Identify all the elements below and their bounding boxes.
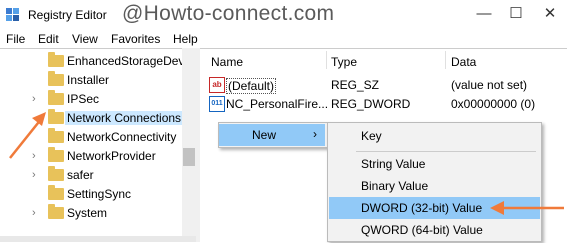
column-header-name[interactable]: Name [211, 55, 243, 69]
folder-icon [48, 71, 64, 86]
tree-item[interactable]: SettingSync [0, 184, 182, 205]
context-menu: New › [218, 122, 328, 148]
folder-icon [48, 109, 64, 124]
chevron-right-icon[interactable]: › [32, 150, 36, 162]
folder-icon [48, 128, 64, 143]
chevron-right-icon[interactable]: › [32, 93, 36, 105]
tree-item-label: NetworkConnectivity [67, 130, 177, 144]
menu-file[interactable]: File [6, 32, 25, 46]
folder-icon [48, 204, 64, 219]
value-data: (value not set) [451, 78, 528, 92]
value-type: REG_DWORD [331, 97, 411, 111]
menu-item-new[interactable]: New › [219, 124, 325, 146]
column-separator[interactable] [326, 51, 327, 69]
tree-item[interactable]: › IPSec [0, 89, 182, 110]
tree-item[interactable]: › System [0, 203, 182, 224]
value-type: REG_SZ [331, 78, 380, 92]
tree-vertical-scrollbar[interactable] [182, 48, 196, 236]
tree-item[interactable]: › safer [0, 165, 182, 186]
submenu-item-dword-value[interactable]: DWORD (32-bit) Value [329, 197, 540, 219]
key-tree: EnhancedStorageDev Installer › IPSec Net… [0, 48, 196, 243]
column-header-data[interactable]: Data [451, 55, 476, 69]
folder-icon [48, 52, 64, 67]
tree-item-label: Network Connections [65, 111, 184, 125]
string-value-icon: ab [209, 77, 225, 93]
tree-item-label: IPSec [67, 92, 100, 106]
submenu-item-binary-value[interactable]: Binary Value [329, 175, 540, 197]
column-separator[interactable] [445, 51, 446, 69]
value-name: (Default) [226, 78, 277, 94]
close-button[interactable]: ✕ [540, 4, 560, 24]
submenu-item-key[interactable]: Key [329, 125, 540, 147]
tree-item-label: SettingSync [67, 187, 132, 201]
watermark: @Howto-connect.com [122, 2, 335, 25]
binary-value-icon: 011 [209, 96, 225, 112]
submenu-arrow-icon: › [313, 127, 317, 141]
title-bar: Registry Editor @Howto-connect.com — ☐ ✕ [0, 0, 567, 30]
tree-item-label: safer [67, 168, 94, 182]
column-header-type[interactable]: Type [331, 55, 357, 69]
chevron-right-icon[interactable]: › [32, 169, 36, 181]
value-data: 0x00000000 (0) [451, 97, 536, 111]
maximize-button[interactable]: ☐ [506, 4, 526, 24]
menu-item-new-label: New [252, 128, 277, 142]
tree-item[interactable]: › NetworkProvider [0, 146, 182, 167]
scrollbar-thumb[interactable] [183, 148, 195, 166]
tree-horizontal-scrollbar[interactable] [0, 236, 196, 242]
folder-icon [48, 185, 64, 200]
menu-bar: File Edit View Favorites Help [0, 30, 567, 48]
tree-item-label: NetworkProvider [67, 149, 156, 163]
submenu-item-label: String Value [361, 157, 426, 171]
menu-edit[interactable]: Edit [38, 32, 59, 46]
folder-icon [48, 90, 64, 105]
folder-icon [48, 166, 64, 181]
menu-view[interactable]: View [72, 32, 98, 46]
value-name: NC_PersonalFire... [226, 97, 329, 111]
window-title: Registry Editor [28, 8, 107, 22]
tree-item[interactable]: EnhancedStorageDev [0, 51, 185, 72]
tree-item[interactable]: NetworkConnectivity [0, 127, 182, 148]
new-submenu: Key String Value Binary Value DWORD (32-… [327, 122, 542, 242]
minimize-button[interactable]: — [474, 4, 494, 24]
tree-item-label: EnhancedStorageDev [67, 54, 185, 68]
menu-favorites[interactable]: Favorites [111, 32, 160, 46]
submenu-item-string-value[interactable]: String Value [329, 153, 540, 175]
submenu-item-label: Key [361, 129, 382, 143]
submenu-item-label: QWORD (64-bit) Value [361, 223, 483, 237]
menu-separator [356, 151, 536, 152]
submenu-item-label: DWORD (32-bit) Value [361, 201, 483, 215]
tree-item[interactable]: Installer [0, 70, 182, 91]
tree-item-label: Installer [67, 73, 110, 87]
submenu-item-qword-value[interactable]: QWORD (64-bit) Value [329, 219, 540, 241]
submenu-item-label: Binary Value [361, 179, 429, 193]
registry-editor-icon [6, 8, 19, 21]
folder-icon [48, 147, 64, 162]
chevron-right-icon[interactable]: › [32, 207, 36, 219]
tree-item-label: System [67, 206, 108, 220]
menu-help[interactable]: Help [173, 32, 198, 46]
tree-item-selected[interactable]: Network Connections [0, 108, 184, 129]
